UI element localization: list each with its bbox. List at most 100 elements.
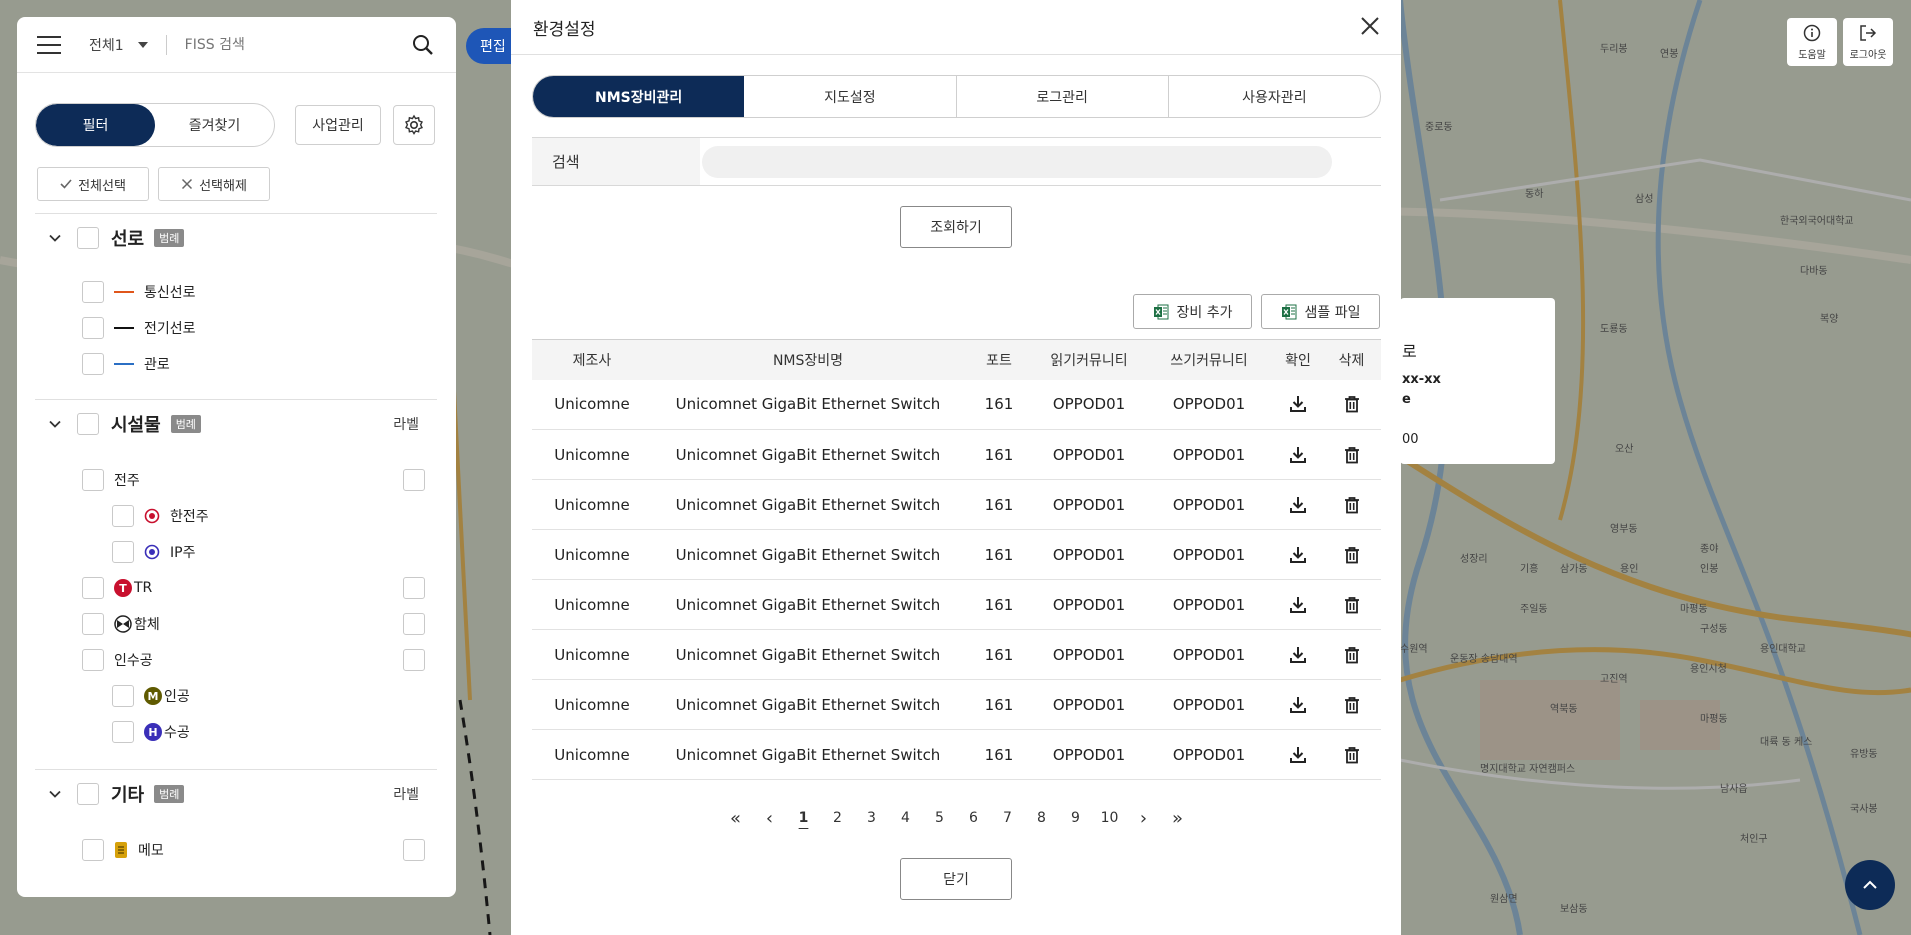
tab-log-manage[interactable]: 로그관리 xyxy=(957,76,1169,117)
layer-item-duct[interactable]: 관로 xyxy=(82,353,170,375)
help-button[interactable]: 도움말 xyxy=(1787,18,1837,66)
checkbox[interactable] xyxy=(112,541,134,563)
page-5[interactable]: 5 xyxy=(923,810,957,826)
download-icon[interactable] xyxy=(1288,445,1308,465)
legend-tag[interactable]: 범례 xyxy=(154,784,185,803)
checkbox[interactable] xyxy=(82,577,104,599)
trash-icon[interactable] xyxy=(1342,445,1362,465)
section-facilities-header[interactable]: 시설물 범례 라벨 xyxy=(35,399,437,447)
close-button[interactable]: 닫기 xyxy=(900,858,1012,900)
tab-nms-device-manage[interactable]: NMS장비관리 xyxy=(533,76,745,117)
download-icon[interactable] xyxy=(1288,745,1308,765)
layer-item-power-line[interactable]: 전기선로 xyxy=(82,317,196,339)
trash-icon[interactable] xyxy=(1342,645,1362,665)
layer-item-man-manhole[interactable]: M 인공 xyxy=(112,685,190,707)
download-icon[interactable] xyxy=(1288,495,1308,515)
search-icon[interactable] xyxy=(412,34,434,56)
page-4[interactable]: 4 xyxy=(889,810,923,826)
trash-icon[interactable] xyxy=(1342,745,1362,765)
trash-icon[interactable] xyxy=(1342,394,1362,414)
page-10[interactable]: 10 xyxy=(1093,810,1127,826)
layer-item-closure[interactable]: 함체 xyxy=(82,613,160,635)
settings-button[interactable] xyxy=(393,105,435,145)
tab-map-settings[interactable]: 지도설정 xyxy=(744,76,957,117)
scope-select[interactable]: 전체1 xyxy=(89,35,148,55)
tab-favorites[interactable]: 즐겨찾기 xyxy=(155,104,274,146)
checkbox[interactable] xyxy=(82,613,104,635)
download-icon[interactable] xyxy=(1288,695,1308,715)
page-7[interactable]: 7 xyxy=(991,810,1025,826)
sample-file-button[interactable]: 샘플 파일 xyxy=(1261,294,1380,329)
close-icon[interactable] xyxy=(1359,15,1381,37)
legend-tag[interactable]: 범례 xyxy=(170,414,201,433)
layer-item-hand-hole[interactable]: H 수공 xyxy=(112,721,190,743)
layer-item-kepco-pole[interactable]: 한전주 xyxy=(112,505,209,527)
tab-filter[interactable]: 필터 xyxy=(36,104,155,146)
table-row[interactable]: Unicomne Unicomnet GigaBit Ethernet Switc… xyxy=(532,580,1381,630)
facilities-checkbox[interactable] xyxy=(77,412,99,435)
download-icon[interactable] xyxy=(1288,545,1308,565)
layer-item-pole[interactable]: 전주 xyxy=(82,469,140,491)
prev-page-icon[interactable]: ‹ xyxy=(753,808,787,829)
page-6[interactable]: 6 xyxy=(957,810,991,826)
table-row[interactable]: Unicomne Unicomnet GigaBit Ethernet Switc… xyxy=(532,530,1381,580)
page-2[interactable]: 2 xyxy=(821,810,855,826)
etc-checkbox[interactable] xyxy=(77,782,99,805)
next-page-icon[interactable]: › xyxy=(1127,808,1161,829)
scroll-top-button[interactable] xyxy=(1845,860,1895,910)
page-9[interactable]: 9 xyxy=(1059,810,1093,826)
tab-user-manage[interactable]: 사용자관리 xyxy=(1169,76,1380,117)
page-3[interactable]: 3 xyxy=(855,810,889,826)
table-row[interactable]: Unicomne Unicomnet GigaBit Ethernet Switc… xyxy=(532,730,1381,780)
trash-icon[interactable] xyxy=(1342,495,1362,515)
table-row[interactable]: Unicomne Unicomnet GigaBit Ethernet Switc… xyxy=(532,680,1381,730)
deselect-button[interactable]: 선택해제 xyxy=(158,167,270,201)
device-search-input[interactable] xyxy=(702,146,1332,178)
memo-label-checkbox[interactable] xyxy=(403,839,425,861)
logout-button[interactable]: 로그아웃 xyxy=(1843,18,1893,66)
lines-checkbox[interactable] xyxy=(77,226,99,249)
checkbox[interactable] xyxy=(112,685,134,707)
table-row[interactable]: Unicomne Unicomnet GigaBit Ethernet Switc… xyxy=(532,480,1381,530)
checkbox[interactable] xyxy=(82,281,104,303)
table-row[interactable]: Unicomne Unicomnet GigaBit Ethernet Switc… xyxy=(532,630,1381,680)
checkbox[interactable] xyxy=(82,649,104,671)
tr-label-checkbox[interactable] xyxy=(403,577,425,599)
checkbox[interactable] xyxy=(112,721,134,743)
checkbox[interactable] xyxy=(112,505,134,527)
trash-icon[interactable] xyxy=(1342,545,1362,565)
layer-item-tr[interactable]: T TR xyxy=(82,577,152,599)
download-icon[interactable] xyxy=(1288,394,1308,414)
checkbox[interactable] xyxy=(82,469,104,491)
page-1[interactable]: 1 xyxy=(787,810,821,826)
page-8[interactable]: 8 xyxy=(1025,810,1059,826)
select-all-button[interactable]: 전체선택 xyxy=(37,167,149,201)
closure-label-checkbox[interactable] xyxy=(403,613,425,635)
manhole-label-checkbox[interactable] xyxy=(403,649,425,671)
table-row[interactable]: Unicomne Unicomnet GigaBit Ethernet Switc… xyxy=(532,430,1381,480)
layer-item-manhole[interactable]: 인수공 xyxy=(82,649,153,671)
chevron-down-icon[interactable] xyxy=(49,232,61,244)
query-button[interactable]: 조회하기 xyxy=(900,206,1012,248)
first-page-icon[interactable]: « xyxy=(719,808,753,829)
checkbox[interactable] xyxy=(82,839,104,861)
section-lines-header[interactable]: 선로 범례 xyxy=(35,213,437,261)
legend-tag[interactable]: 범례 xyxy=(154,228,185,247)
hamburger-menu-icon[interactable] xyxy=(37,35,61,54)
table-row[interactable]: Unicomne Unicomnet GigaBit Ethernet Switc… xyxy=(532,380,1381,430)
checkbox[interactable] xyxy=(82,317,104,339)
layer-item-comm-line[interactable]: 통신선로 xyxy=(82,281,196,303)
pole-label-checkbox[interactable] xyxy=(403,469,425,491)
checkbox[interactable] xyxy=(82,353,104,375)
business-manage-button[interactable]: 사업관리 xyxy=(295,105,381,145)
layer-item-ip-pole[interactable]: IP주 xyxy=(112,541,195,563)
section-etc-header[interactable]: 기타 범례 라벨 xyxy=(35,769,437,817)
trash-icon[interactable] xyxy=(1342,695,1362,715)
add-device-button[interactable]: 장비 추가 xyxy=(1133,294,1252,329)
fiss-search-input[interactable] xyxy=(184,36,385,53)
download-icon[interactable] xyxy=(1288,595,1308,615)
download-icon[interactable] xyxy=(1288,645,1308,665)
chevron-down-icon[interactable] xyxy=(49,788,61,800)
last-page-icon[interactable]: » xyxy=(1161,808,1195,829)
chevron-down-icon[interactable] xyxy=(49,418,61,430)
